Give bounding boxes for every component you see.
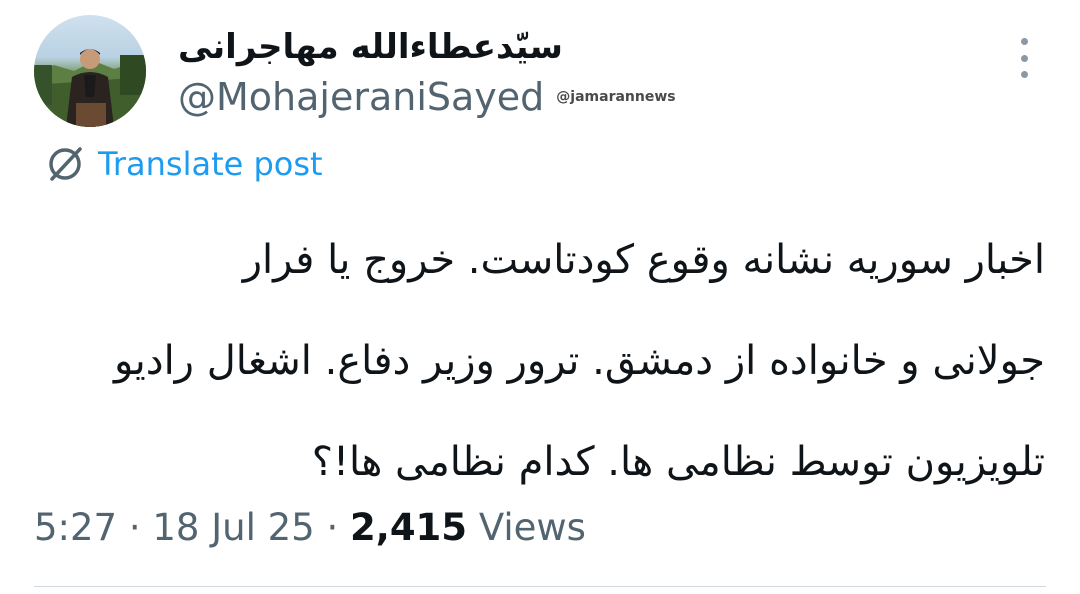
post-text-line: تلویزیون توسط نظامی ها. کدام نظامی ها!؟ [311, 439, 1045, 485]
avatar[interactable] [34, 15, 146, 127]
author-handle[interactable]: @MohajeraniSayed [178, 75, 544, 119]
post-meta: 5:27 · 18 Jul 25 · 2,415 Views [34, 502, 586, 554]
post-text-line: اخبار سوریه نشانه وقوع کودتاست. خروج یا … [242, 237, 1045, 283]
meta-separator: · [326, 506, 339, 549]
more-dots-icon [1020, 71, 1028, 78]
post-text-line: جولانی و خانواده از دمشق. ترور وزیر دفاع… [113, 338, 1045, 384]
watermark: @jamarannews [556, 89, 676, 105]
avatar-photo [34, 49, 146, 127]
translate-post-label: Translate post [98, 145, 323, 183]
views-label: Views [478, 506, 586, 549]
divider [34, 586, 1046, 587]
views-count[interactable]: 2,415 [350, 506, 467, 549]
author-handle-row: @MohajeraniSayed @jamarannews [178, 72, 676, 122]
more-dots-icon [1020, 38, 1028, 45]
author-display-name[interactable]: سیّدعطاءالله مهاجرانی [178, 22, 563, 72]
post-date[interactable]: 18 Jul 25 [152, 506, 314, 549]
translate-post-button[interactable]: Translate post [44, 143, 323, 185]
translate-globe-icon [49, 147, 82, 181]
more-dots-icon [1020, 54, 1028, 62]
meta-separator: · [128, 506, 141, 549]
post-text: اخبار سوریه نشانه وقوع کودتاست. خروج یا … [20, 210, 1045, 513]
post-time[interactable]: 5:27 [34, 506, 117, 549]
more-options-button[interactable] [1012, 38, 1036, 78]
